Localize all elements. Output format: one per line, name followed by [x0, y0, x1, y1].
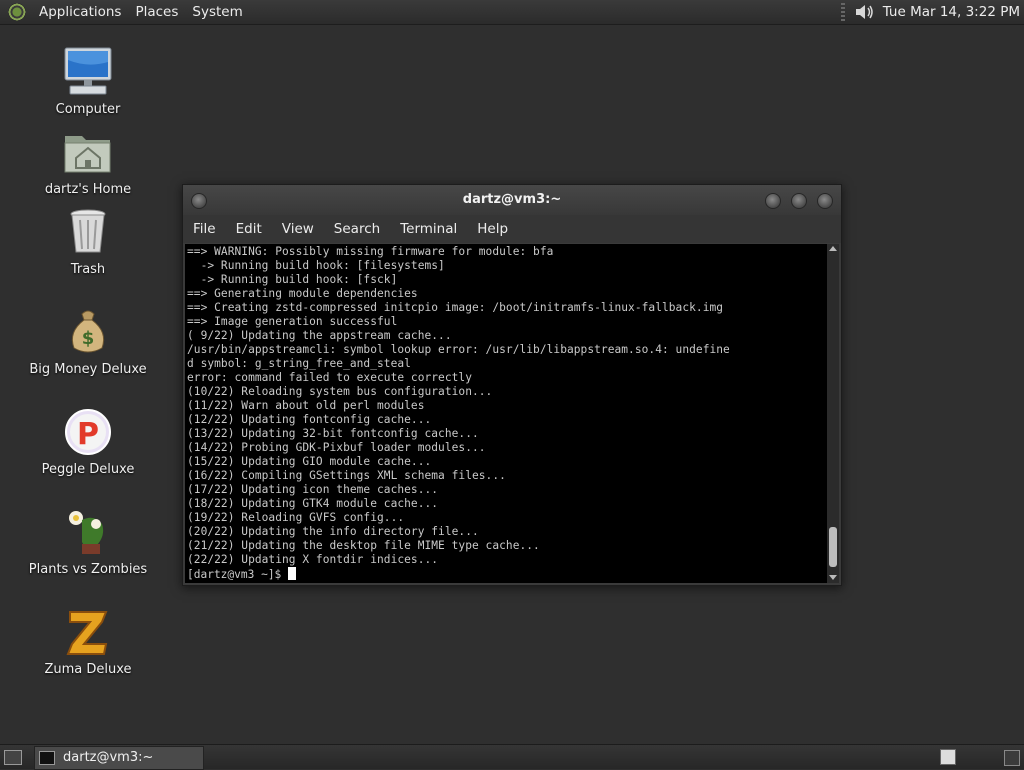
terminal-line: /usr/bin/appstreamcli: symbol lookup err… [187, 343, 730, 356]
panel-separator [840, 3, 845, 21]
applications-menu[interactable]: Applications [32, 4, 128, 20]
gnome-foot-icon[interactable] [8, 3, 26, 21]
menu-edit[interactable]: Edit [226, 221, 272, 237]
desktop-icon-label: Trash [70, 262, 106, 277]
terminal-line: (12/22) Updating fontconfig cache... [187, 413, 432, 426]
terminal-line: (14/22) Probing GDK-Pixbuf loader module… [187, 441, 486, 454]
window-title: dartz@vm3:~ [462, 192, 562, 207]
top-panel: Applications Places System Tue Mar 14, 3… [0, 0, 1024, 25]
menu-view[interactable]: View [272, 221, 324, 237]
show-desktop-icon[interactable] [4, 750, 22, 765]
money-bag-icon: $ [62, 306, 114, 358]
terminal-line: (20/22) Updating the info directory file… [187, 525, 479, 538]
desktop-icon-plants-vs-zombies[interactable]: Plants vs Zombies [18, 506, 158, 577]
terminal-line: (10/22) Reloading system bus configurati… [187, 385, 493, 398]
terminal-line: (17/22) Updating icon theme caches... [187, 483, 439, 496]
terminal-line: ==> Generating module dependencies [187, 287, 418, 300]
bottom-panel: dartz@vm3:~ [0, 744, 1024, 770]
home-folder-icon [62, 126, 114, 178]
trash-applet-icon[interactable] [1004, 750, 1020, 766]
workspace-switcher[interactable] [940, 749, 956, 765]
desktop-icon-big-money[interactable]: $ Big Money Deluxe [18, 306, 158, 377]
desktop-icon-label: Big Money Deluxe [29, 362, 147, 377]
desktop-icon-label: Plants vs Zombies [28, 562, 148, 577]
terminal-line: (19/22) Reloading GVFS config... [187, 511, 405, 524]
scrollbar-thumb[interactable] [829, 527, 837, 567]
terminal-line: (22/22) Updating X fontdir indices... [187, 553, 439, 566]
trash-icon [62, 206, 114, 258]
terminal-prompt: [dartz@vm3 ~]$ [187, 568, 289, 581]
desktop-icon-zuma[interactable]: Zuma Deluxe [18, 606, 158, 677]
terminal-menubar: File Edit View Search Terminal Help [183, 215, 841, 243]
desktop-icon-label: Peggle Deluxe [41, 462, 135, 477]
terminal-output[interactable]: ==> WARNING: Possibly missing firmware f… [185, 244, 827, 583]
desktop-icon-trash[interactable]: Trash [18, 206, 158, 277]
plants-vs-zombies-icon [62, 506, 114, 558]
terminal-line: (11/22) Warn about old perl modules [187, 399, 425, 412]
svg-text:P: P [77, 417, 99, 452]
terminal-prompt-line[interactable]: [dartz@vm3 ~]$ [185, 567, 827, 582]
terminal-line: ( 9/22) Updating the appstream cache... [187, 329, 452, 342]
minimize-button[interactable] [765, 193, 781, 209]
terminal-icon [39, 751, 55, 765]
computer-icon [62, 46, 114, 98]
speaker-icon[interactable] [853, 2, 875, 22]
zuma-icon [62, 606, 114, 658]
terminal-line: -> Running build hook: [fsck] [187, 273, 398, 286]
svg-text:$: $ [82, 328, 95, 349]
scroll-up-arrow-icon[interactable] [829, 246, 837, 251]
terminal-line: (16/22) Compiling GSettings XML schema f… [187, 469, 506, 482]
window-titlebar[interactable]: dartz@vm3:~ [183, 185, 841, 215]
scroll-down-arrow-icon[interactable] [829, 575, 837, 580]
desktop-icon-peggle[interactable]: P Peggle Deluxe [18, 406, 158, 477]
terminal-line: ==> WARNING: Possibly missing firmware f… [187, 245, 554, 258]
desktop-icon-label: Zuma Deluxe [44, 662, 132, 677]
terminal-line: -> Running build hook: [filesystems] [187, 259, 445, 272]
system-menu[interactable]: System [185, 4, 249, 20]
terminal-line: ==> Creating zstd-compressed initcpio im… [187, 301, 724, 314]
clock[interactable]: Tue Mar 14, 3:22 PM [883, 4, 1020, 20]
terminal-line: (18/22) Updating GTK4 module cache... [187, 497, 439, 510]
maximize-button[interactable] [791, 193, 807, 209]
menu-terminal[interactable]: Terminal [390, 221, 467, 237]
terminal-line: ==> Image generation successful [187, 315, 398, 328]
terminal-text: ==> WARNING: Possibly missing firmware f… [185, 244, 827, 567]
terminal-window[interactable]: dartz@vm3:~ File Edit View Search Termin… [182, 184, 842, 586]
close-button[interactable] [817, 193, 833, 209]
terminal-line: d symbol: g_string_free_and_steal [187, 357, 411, 370]
peggle-icon: P [62, 406, 114, 458]
taskbar-label: dartz@vm3:~ [63, 750, 154, 765]
window-menu-button[interactable] [191, 193, 207, 209]
taskbar-button-terminal[interactable]: dartz@vm3:~ [34, 746, 204, 770]
desktop-icon-home[interactable]: dartz's Home [18, 126, 158, 197]
desktop-icon-label: Computer [55, 102, 121, 117]
desktop-icon-computer[interactable]: Computer [18, 46, 158, 117]
terminal-line: error: command failed to execute correct… [187, 371, 472, 384]
places-menu[interactable]: Places [128, 4, 185, 20]
menu-search[interactable]: Search [324, 221, 390, 237]
terminal-scrollbar[interactable] [827, 244, 839, 583]
terminal-line: (13/22) Updating 32-bit fontconfig cache… [187, 427, 479, 440]
menu-help[interactable]: Help [467, 221, 518, 237]
desktop-icon-label: dartz's Home [44, 182, 132, 197]
text-cursor [288, 567, 297, 580]
terminal-line: (15/22) Updating GIO module cache... [187, 455, 432, 468]
menu-file[interactable]: File [183, 221, 226, 237]
terminal-line: (21/22) Updating the desktop file MIME t… [187, 539, 540, 552]
